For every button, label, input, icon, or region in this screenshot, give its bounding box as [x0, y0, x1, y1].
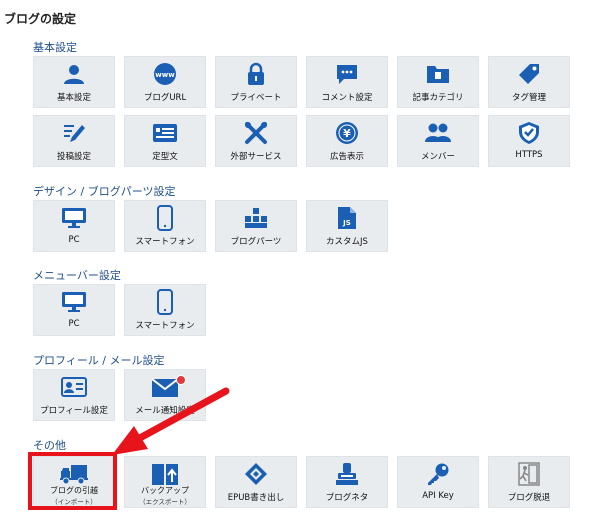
tile-design-pc[interactable]: PC — [33, 200, 115, 252]
page-title: ブログの設定 — [4, 12, 77, 26]
tag-icon — [489, 62, 569, 86]
section-title-design: デザイン / ブログパーツ設定 — [33, 185, 176, 198]
tile-label: 基本設定 — [56, 93, 91, 103]
tile-label: HTTPS — [515, 150, 543, 160]
smartphone-icon — [125, 205, 205, 231]
tile-label: 外部サービス — [230, 152, 282, 162]
tile-external-services[interactable]: 外部サービス — [215, 115, 297, 167]
tile-api-key[interactable]: API Key — [397, 456, 479, 508]
red-arrow-icon — [112, 387, 230, 455]
members-icon — [398, 121, 478, 145]
tile-tag-management[interactable]: タグ管理 — [488, 56, 570, 108]
section-title-basic: 基本設定 — [33, 41, 77, 54]
tile-custom-js[interactable]: JS カスタムJS — [306, 200, 388, 252]
tools-icon — [216, 121, 296, 145]
user-icon — [34, 62, 114, 86]
svg-text:JS: JS — [342, 219, 351, 227]
tile-label: タグ管理 — [511, 93, 546, 103]
folder-icon — [398, 62, 478, 86]
svg-text:www: www — [155, 71, 175, 79]
comment-icon — [307, 62, 387, 86]
lock-icon — [216, 62, 296, 86]
smartphone-icon — [125, 289, 205, 315]
tile-label: 定型文 — [152, 152, 178, 162]
tile-blog-withdraw[interactable]: ブログ脱退 — [488, 456, 570, 508]
blog-parts-icon — [216, 206, 296, 230]
tile-post-settings[interactable]: 投稿設定 — [33, 115, 115, 167]
tile-blog-neta[interactable]: ブログネタ — [306, 456, 388, 508]
tile-label: 記事カテゴリ — [412, 93, 464, 103]
section-title-profile: プロフィール / メール設定 — [33, 354, 165, 367]
tile-label: ブログネタ — [325, 493, 369, 503]
tile-menubar-smartphone[interactable]: スマートフォン — [124, 284, 206, 336]
tile-label: ブログURL — [143, 93, 187, 103]
pen-icon — [34, 121, 114, 145]
monitor-icon — [34, 290, 114, 314]
tile-private[interactable]: プライベート — [215, 56, 297, 108]
svg-text:¥: ¥ — [343, 127, 351, 140]
tile-label: スマートフォン — [135, 321, 195, 331]
tile-label: EPUB書き出し — [227, 493, 285, 503]
tile-label: 広告表示 — [329, 152, 364, 162]
tile-members[interactable]: メンバー — [397, 115, 479, 167]
backup-book-icon — [125, 462, 205, 486]
tile-ad-display[interactable]: ¥ 広告表示 — [306, 115, 388, 167]
section-title-menubar: メニューバー設定 — [33, 269, 121, 282]
tile-basic-settings[interactable]: 基本設定 — [33, 56, 115, 108]
key-icon — [398, 462, 478, 486]
notification-dot — [176, 375, 186, 385]
js-file-icon: JS — [307, 206, 387, 230]
tile-menubar-pc[interactable]: PC — [33, 284, 115, 336]
tile-template-text[interactable]: 定型文 — [124, 115, 206, 167]
tile-label: 投稿設定 — [56, 152, 91, 162]
tile-comment-settings[interactable]: コメント設定 — [306, 56, 388, 108]
yen-coin-icon: ¥ — [307, 121, 387, 145]
www-globe-icon: www — [125, 62, 205, 86]
tile-label: メンバー — [420, 152, 455, 162]
tile-blog-parts[interactable]: ブログパーツ — [215, 200, 297, 252]
section-title-other: その他 — [33, 439, 66, 452]
tile-label: ブログ脱退 — [507, 493, 551, 503]
stamp-icon — [307, 462, 387, 486]
tile-blog-url[interactable]: www ブログURL — [124, 56, 206, 108]
exit-icon — [489, 462, 569, 486]
template-icon — [125, 121, 205, 145]
tile-label: カスタムJS — [326, 237, 368, 247]
tile-label: バックアップ — [141, 486, 189, 495]
monitor-icon — [34, 206, 114, 230]
shield-check-icon — [489, 121, 569, 145]
tile-label: PC — [68, 235, 80, 245]
tile-label: API Key — [422, 491, 454, 501]
tile-label: ブログパーツ — [230, 237, 282, 247]
tile-https[interactable]: HTTPS — [488, 115, 570, 167]
tile-label: コメント設定 — [321, 93, 373, 103]
epub-icon — [216, 462, 296, 486]
tile-design-smartphone[interactable]: スマートフォン — [124, 200, 206, 252]
tile-label: PC — [68, 319, 80, 329]
tile-label: プライベート — [230, 93, 282, 103]
tile-article-category[interactable]: 記事カテゴリ — [397, 56, 479, 108]
tile-sublabel: （エクスポート） — [139, 498, 191, 506]
tile-label: スマートフォン — [135, 237, 195, 247]
